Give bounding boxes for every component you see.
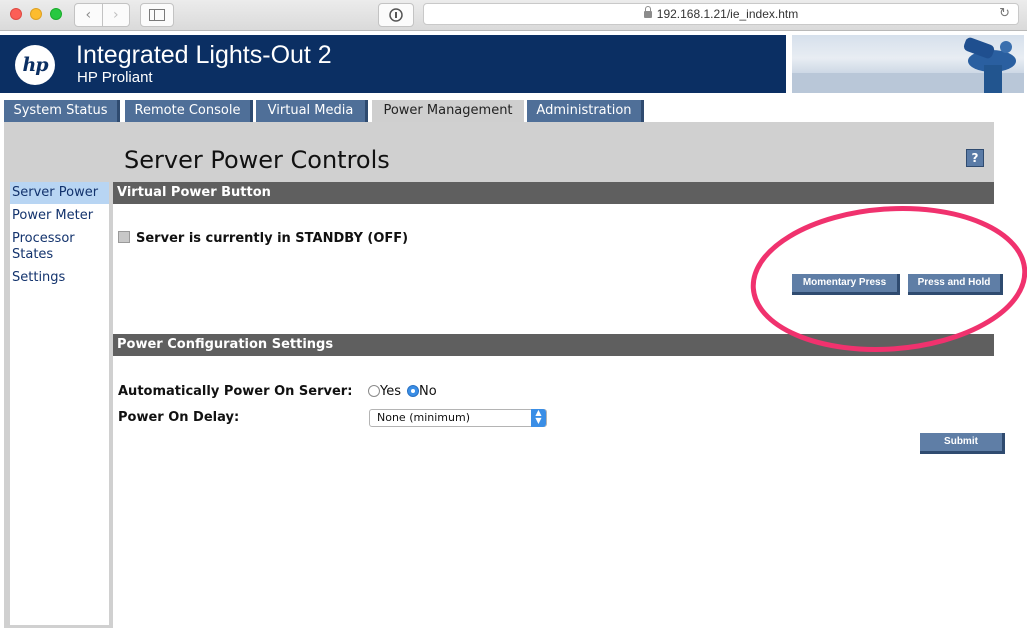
chevron-right-icon[interactable]: › bbox=[101, 4, 130, 26]
browser-toolbar: ‹ › 192.168.1.21/ie_index.htm ↻ bbox=[0, 0, 1027, 31]
close-window-button[interactable] bbox=[10, 8, 22, 20]
yes-label: Yes bbox=[380, 384, 401, 399]
select-arrows-icon: ▲ ▼ bbox=[531, 409, 546, 427]
privacy-report-button[interactable] bbox=[378, 3, 414, 27]
highlight-annotation bbox=[750, 206, 1027, 352]
tab-remote-console[interactable]: Remote Console bbox=[125, 100, 253, 122]
power-on-delay-value: None (minimum) bbox=[377, 411, 470, 424]
no-label: No bbox=[419, 384, 437, 399]
nav-item-settings[interactable]: Settings bbox=[10, 267, 109, 289]
app-title: Integrated Lights-Out 2 bbox=[76, 41, 332, 69]
lock-icon bbox=[643, 6, 652, 18]
press-and-hold-button[interactable]: Press and Hold bbox=[908, 274, 1003, 295]
auto-power-label: Automatically Power On Server: bbox=[118, 384, 353, 399]
nav-item-processor-states[interactable]: Processor States bbox=[10, 231, 88, 263]
reload-icon[interactable]: ↻ bbox=[999, 6, 1010, 21]
address-bar[interactable]: 192.168.1.21/ie_index.htm ↻ bbox=[423, 3, 1019, 25]
tab-system-status[interactable]: System Status bbox=[4, 100, 120, 122]
app-header: hp Integrated Lights-Out 2 HP Proliant bbox=[0, 35, 786, 93]
auto-power-radio-group: Yes No bbox=[368, 384, 437, 399]
nav-item-server-power[interactable]: Server Power bbox=[10, 182, 109, 204]
power-status-text: Server is currently in STANDBY (OFF) bbox=[136, 231, 409, 246]
minimize-window-button[interactable] bbox=[30, 8, 42, 20]
power-config-section-header: Power Configuration Settings bbox=[113, 334, 994, 356]
sidebar-toggle-button[interactable] bbox=[140, 3, 174, 27]
page-title: Server Power Controls bbox=[124, 146, 390, 174]
page-header: Server Power Controls ? bbox=[113, 122, 994, 182]
submit-button[interactable]: Submit bbox=[920, 433, 1005, 454]
power-status: Server is currently in STANDBY (OFF) bbox=[118, 231, 408, 246]
telescope-photo bbox=[792, 37, 1024, 93]
app-subtitle: HP Proliant bbox=[77, 69, 153, 86]
url-text: 192.168.1.21/ie_index.htm bbox=[656, 7, 799, 21]
help-button[interactable]: ? bbox=[966, 149, 984, 167]
tab-virtual-media[interactable]: Virtual Media bbox=[256, 100, 368, 122]
auto-power-no-radio[interactable] bbox=[407, 385, 419, 397]
momentary-press-button[interactable]: Momentary Press bbox=[792, 274, 900, 295]
power-on-delay-label: Power On Delay: bbox=[118, 410, 240, 425]
chevron-left-icon[interactable]: ‹ bbox=[75, 4, 102, 26]
history-nav: ‹ › bbox=[74, 3, 130, 27]
virtual-power-section-header: Virtual Power Button bbox=[113, 182, 994, 204]
status-checkbox-icon bbox=[118, 231, 130, 243]
hp-logo: hp bbox=[15, 45, 55, 85]
header-image bbox=[792, 35, 1024, 93]
auto-power-yes-radio[interactable] bbox=[368, 385, 380, 397]
info-shield-icon bbox=[389, 8, 403, 22]
zoom-window-button[interactable] bbox=[50, 8, 62, 20]
nav-item-power-meter[interactable]: Power Meter bbox=[10, 205, 109, 227]
sidebar-icon bbox=[149, 9, 165, 21]
tab-power-management[interactable]: Power Management bbox=[372, 100, 524, 122]
tab-administration[interactable]: Administration bbox=[527, 100, 644, 122]
left-nav: Server Power Power Meter Processor State… bbox=[4, 122, 113, 628]
power-on-delay-select[interactable]: None (minimum) ▲ ▼ bbox=[369, 409, 547, 427]
